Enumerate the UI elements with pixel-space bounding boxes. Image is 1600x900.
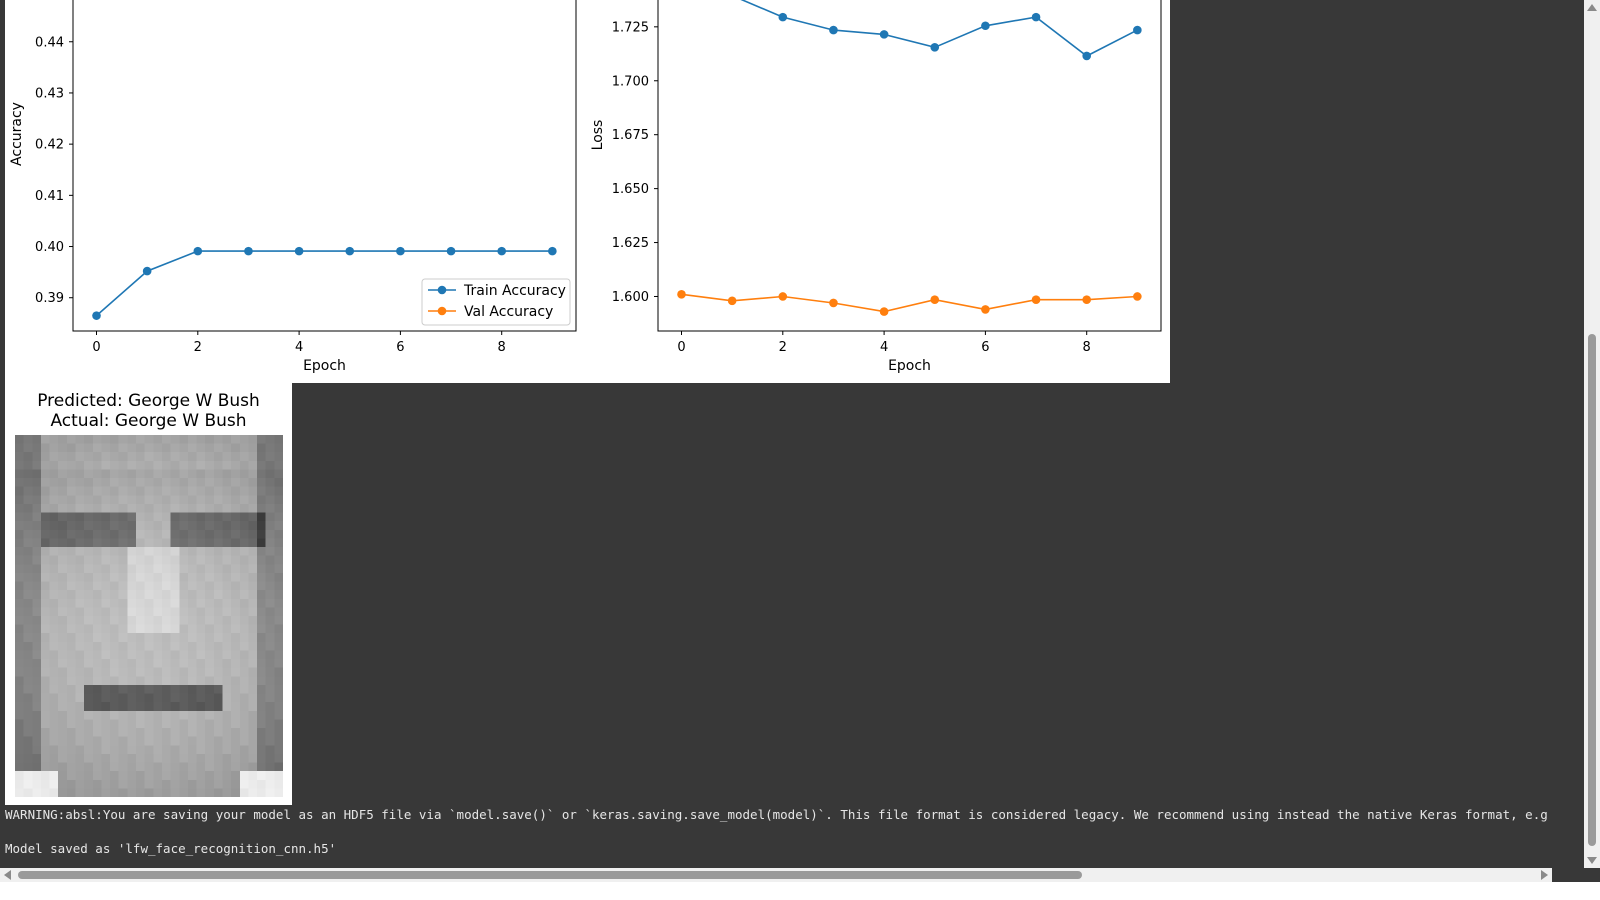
- data-point: [1133, 25, 1142, 35]
- scroll-right-arrow-icon[interactable]: [1541, 870, 1548, 880]
- data-point: [1031, 12, 1041, 22]
- vertical-scrollbar[interactable]: [1584, 0, 1600, 868]
- y-tick-label: 0.41: [35, 189, 64, 204]
- y-axis-label: Loss: [590, 120, 606, 151]
- x-tick-label: 8: [498, 340, 506, 355]
- x-tick-label: 8: [1083, 340, 1091, 355]
- data-point: [396, 246, 405, 256]
- model-saved-output-line: Model saved as 'lfw_face_recognition_cnn…: [5, 841, 337, 856]
- data-point: [981, 21, 990, 31]
- series-1: [740, 0, 1142, 61]
- x-tick-label: 6: [981, 340, 989, 355]
- series-line: [740, 0, 1138, 57]
- data-point: [345, 246, 355, 256]
- bottom-strip: [0, 882, 1600, 900]
- data-point: [142, 266, 152, 276]
- y-tick-label: 1.700: [612, 74, 649, 89]
- data-point: [294, 246, 304, 256]
- legend-label: Train Accuracy: [463, 283, 566, 299]
- data-point: [829, 298, 838, 308]
- data-point: [829, 25, 838, 35]
- data-point: [727, 296, 737, 306]
- prediction-output: Predicted: George W Bush Actual: George …: [5, 383, 292, 805]
- data-point: [497, 246, 507, 256]
- training-plots-output: 024680.390.400.410.420.430.440.45EpochAc…: [5, 0, 1170, 383]
- data-point: [677, 290, 686, 299]
- y-axis-label: Accuracy: [9, 102, 25, 166]
- data-point: [1031, 295, 1041, 305]
- scroll-up-arrow-icon[interactable]: [1587, 4, 1597, 11]
- predicted-label: Predicted: George W Bush: [37, 391, 260, 411]
- data-point: [193, 246, 203, 256]
- horizontal-scrollbar-thumb[interactable]: [18, 871, 1082, 879]
- series-2: [677, 290, 1142, 316]
- scroll-down-arrow-icon[interactable]: [1587, 857, 1597, 864]
- data-point: [981, 305, 990, 314]
- y-tick-label: 1.625: [612, 236, 649, 251]
- y-tick-label: 0.40: [35, 240, 64, 255]
- x-axis-label: Epoch: [303, 358, 346, 374]
- y-tick-label: 0.42: [35, 138, 64, 153]
- data-point: [930, 295, 940, 305]
- y-tick-label: 1.600: [612, 290, 649, 305]
- legend-marker: [437, 285, 447, 295]
- data-point: [548, 246, 557, 256]
- y-tick-label: 1.675: [612, 128, 649, 143]
- x-tick-label: 0: [92, 340, 100, 355]
- data-point: [244, 246, 253, 256]
- y-tick-label: 0.44: [35, 35, 64, 50]
- scroll-left-arrow-icon[interactable]: [4, 870, 11, 880]
- data-point: [1082, 51, 1091, 61]
- y-tick-label: 0.39: [35, 291, 64, 306]
- data-point: [879, 307, 889, 316]
- legend-marker: [437, 306, 447, 316]
- x-axis-label: Epoch: [888, 358, 931, 374]
- training-plots-figure: 024680.390.400.410.420.430.440.45EpochAc…: [9, 0, 1162, 374]
- chart-2: 0 2 4 6 8 1.600 1.625 1.650 1.675 1.700 1.725 Epoch…: [590, 0, 1162, 374]
- actual-label: Actual: George W Bush: [50, 411, 247, 431]
- data-point: [446, 246, 456, 256]
- x-tick-label: 2: [194, 340, 202, 355]
- x-tick-label: 4: [880, 340, 888, 355]
- y-tick-label: 1.650: [612, 182, 649, 197]
- legend: Train Accuracy Val Accuracy: [421, 278, 571, 326]
- data-point: [930, 43, 940, 52]
- data-point: [778, 12, 788, 22]
- y-tick-label: 0.43: [35, 86, 64, 101]
- x-tick-label: 0: [677, 340, 685, 355]
- axes-frame: [657, 0, 1162, 332]
- x-tick-label: 2: [779, 340, 787, 355]
- x-tick-label: 6: [396, 340, 404, 355]
- horizontal-scrollbar[interactable]: [0, 868, 1552, 882]
- data-point: [1133, 292, 1142, 301]
- face-image: [15, 435, 283, 797]
- data-point: [1082, 295, 1091, 305]
- x-tick-label: 4: [295, 340, 303, 355]
- warning-output-line: WARNING:absl:You are saving your model a…: [5, 807, 1548, 822]
- y-tick-label: 1.725: [612, 20, 649, 35]
- series-line: [681, 293, 1138, 313]
- data-point: [879, 30, 889, 39]
- data-point: [778, 292, 788, 301]
- chart-1: 024680.390.400.410.420.430.440.45EpochAc…: [9, 0, 577, 374]
- data-point: [92, 311, 101, 320]
- vertical-scrollbar-thumb[interactable]: [1588, 334, 1596, 846]
- legend-label: Val Accuracy: [464, 304, 553, 320]
